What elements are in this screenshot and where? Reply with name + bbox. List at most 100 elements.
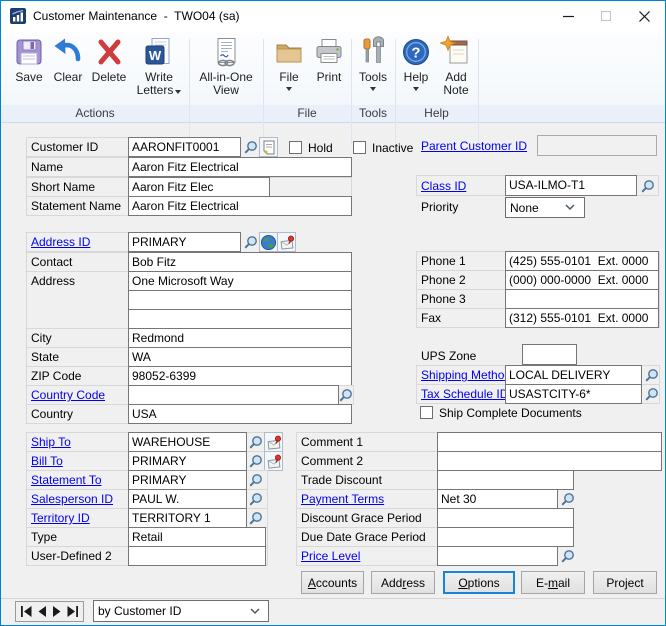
payment-terms-link[interactable]: Payment Terms [301, 493, 384, 506]
class-id-field[interactable]: USA-ILMO-T1 [505, 175, 637, 196]
shipping-method-field[interactable]: LOCAL DELIVERY [505, 365, 642, 385]
short-name-field[interactable]: Aaron Fitz Elec [128, 177, 270, 197]
letter-pin-icon[interactable] [277, 232, 296, 252]
inactive-checkbox[interactable] [353, 141, 366, 154]
statement-to-link[interactable]: Statement To [31, 474, 102, 487]
type-field[interactable]: Retail [128, 527, 266, 547]
customer-id-field[interactable]: AARONFIT0001 [128, 137, 241, 157]
address-line3-field[interactable] [128, 309, 352, 329]
email-button[interactable]: E-mail [521, 571, 585, 594]
bill-to-link[interactable]: Bill To [31, 455, 63, 468]
user-defined-2-field[interactable] [128, 546, 266, 566]
tax-schedule-id-link[interactable]: Tax Schedule ID [421, 388, 508, 401]
lookup-icon[interactable] [559, 490, 576, 508]
phone3-field[interactable] [505, 289, 659, 309]
parent-customer-id-link[interactable]: Parent Customer ID [421, 140, 527, 153]
due-date-grace-period-field[interactable] [437, 527, 574, 547]
lookup-icon[interactable] [247, 509, 264, 527]
tools-button[interactable]: Tools [351, 36, 395, 116]
trade-discount-field[interactable] [437, 470, 574, 490]
globe-icon[interactable] [259, 232, 278, 252]
address-id-link[interactable]: Address ID [31, 236, 90, 249]
phone1-field[interactable]: (425) 555-0101 Ext. 0000 [505, 251, 659, 271]
fax-field[interactable]: (312) 555-0101 Ext. 0000 [505, 308, 659, 328]
zip-code-field[interactable]: 98052-6399 [128, 366, 352, 386]
letter-pin-icon[interactable] [264, 451, 283, 471]
ship-to-link[interactable]: Ship To [31, 436, 71, 449]
note-icon[interactable] [259, 137, 278, 157]
clear-button[interactable]: Clear [49, 36, 87, 116]
ship-to-field[interactable]: WAREHOUSE [128, 432, 247, 452]
ship-complete-documents-checkbox[interactable] [420, 406, 433, 419]
salesperson-id-field[interactable]: PAUL W. [128, 489, 247, 509]
write-letters-button[interactable]: W Write Letters [131, 36, 187, 116]
city-field[interactable]: Redmond [128, 328, 352, 348]
sort-by-dropdown[interactable]: by Customer ID [93, 600, 269, 622]
phone2-field[interactable]: (000) 000-0000 Ext. 0000 [505, 270, 659, 290]
lookup-icon[interactable] [559, 547, 576, 565]
add-note-button[interactable]: Add Note [435, 36, 477, 116]
name-field[interactable]: Aaron Fitz Electrical [128, 157, 352, 177]
first-record-button[interactable] [21, 606, 32, 617]
address-line1-field[interactable]: One Microsoft Way [128, 271, 352, 291]
lookup-icon[interactable] [643, 385, 660, 403]
address-id-field[interactable]: PRIMARY [128, 232, 241, 252]
undo-arrow-icon [52, 36, 84, 68]
project-button[interactable]: Project [593, 571, 657, 594]
ups-zone-field[interactable] [522, 344, 577, 365]
price-level-link[interactable]: Price Level [301, 550, 360, 563]
save-button[interactable]: Save [9, 36, 49, 116]
contact-field[interactable]: Bob Fitz [128, 252, 352, 272]
salesperson-id-link[interactable]: Salesperson ID [31, 493, 113, 506]
territory-id-link[interactable]: Territory ID [31, 512, 90, 525]
svg-text:W: W [149, 48, 162, 63]
lookup-icon[interactable] [247, 452, 264, 470]
lookup-icon[interactable] [643, 366, 660, 384]
hold-checkbox[interactable] [289, 141, 302, 154]
state-field[interactable]: WA [128, 347, 352, 367]
address-button[interactable]: Address [371, 571, 435, 594]
tax-schedule-id-field[interactable]: USASTCITY-6* [505, 384, 642, 404]
lookup-icon[interactable] [247, 471, 264, 489]
sort-by-value: by Customer ID [98, 604, 181, 618]
lookup-icon[interactable] [242, 233, 259, 251]
address-line2-field[interactable] [128, 290, 352, 310]
letter-pin-icon[interactable] [264, 432, 283, 452]
discount-grace-period-label: Discount Grace Period [301, 512, 422, 525]
discount-grace-period-field[interactable] [437, 508, 574, 528]
last-record-button[interactable] [67, 606, 78, 617]
lookup-icon[interactable] [247, 433, 264, 451]
next-record-button[interactable] [52, 606, 62, 617]
price-level-field[interactable] [437, 546, 558, 566]
lookup-icon[interactable] [242, 138, 259, 156]
country-code-link[interactable]: Country Code [31, 389, 105, 402]
minimize-button[interactable] [549, 1, 587, 31]
shipping-method-link[interactable]: Shipping Method [421, 369, 511, 382]
print-button[interactable]: Print [309, 36, 349, 116]
due-date-grace-period-label: Due Date Grace Period [301, 531, 426, 544]
statement-to-field[interactable]: PRIMARY [128, 470, 247, 490]
lookup-icon[interactable] [639, 177, 656, 195]
lookup-icon[interactable] [247, 490, 264, 508]
comment2-field[interactable] [437, 451, 662, 471]
close-button[interactable] [625, 1, 663, 31]
options-button[interactable]: Options [443, 571, 515, 594]
class-id-link[interactable]: Class ID [421, 180, 466, 193]
statement-name-field[interactable]: Aaron Fitz Electrical [128, 196, 352, 216]
priority-dropdown[interactable]: None [505, 197, 585, 218]
territory-id-field[interactable]: TERRITORY 1 [128, 508, 247, 528]
accounts-button[interactable]: Accounts [301, 571, 364, 594]
bill-to-field[interactable]: PRIMARY [128, 451, 247, 471]
file-button[interactable]: File [269, 36, 309, 116]
comment1-field[interactable] [437, 432, 662, 452]
title-bar: Customer Maintenance - TWO04 (sa) [1, 1, 665, 31]
help-button[interactable]: ? Help [397, 36, 435, 116]
all-in-one-view-button[interactable]: All-in-One View [193, 36, 259, 116]
country-field[interactable]: USA [128, 404, 352, 424]
payment-terms-field[interactable]: Net 30 [437, 489, 558, 509]
lookup-icon[interactable] [337, 386, 354, 404]
delete-button[interactable]: Delete [89, 36, 129, 116]
country-code-field[interactable] [128, 385, 339, 405]
group-separator [263, 39, 264, 143]
previous-record-button[interactable] [37, 606, 47, 617]
